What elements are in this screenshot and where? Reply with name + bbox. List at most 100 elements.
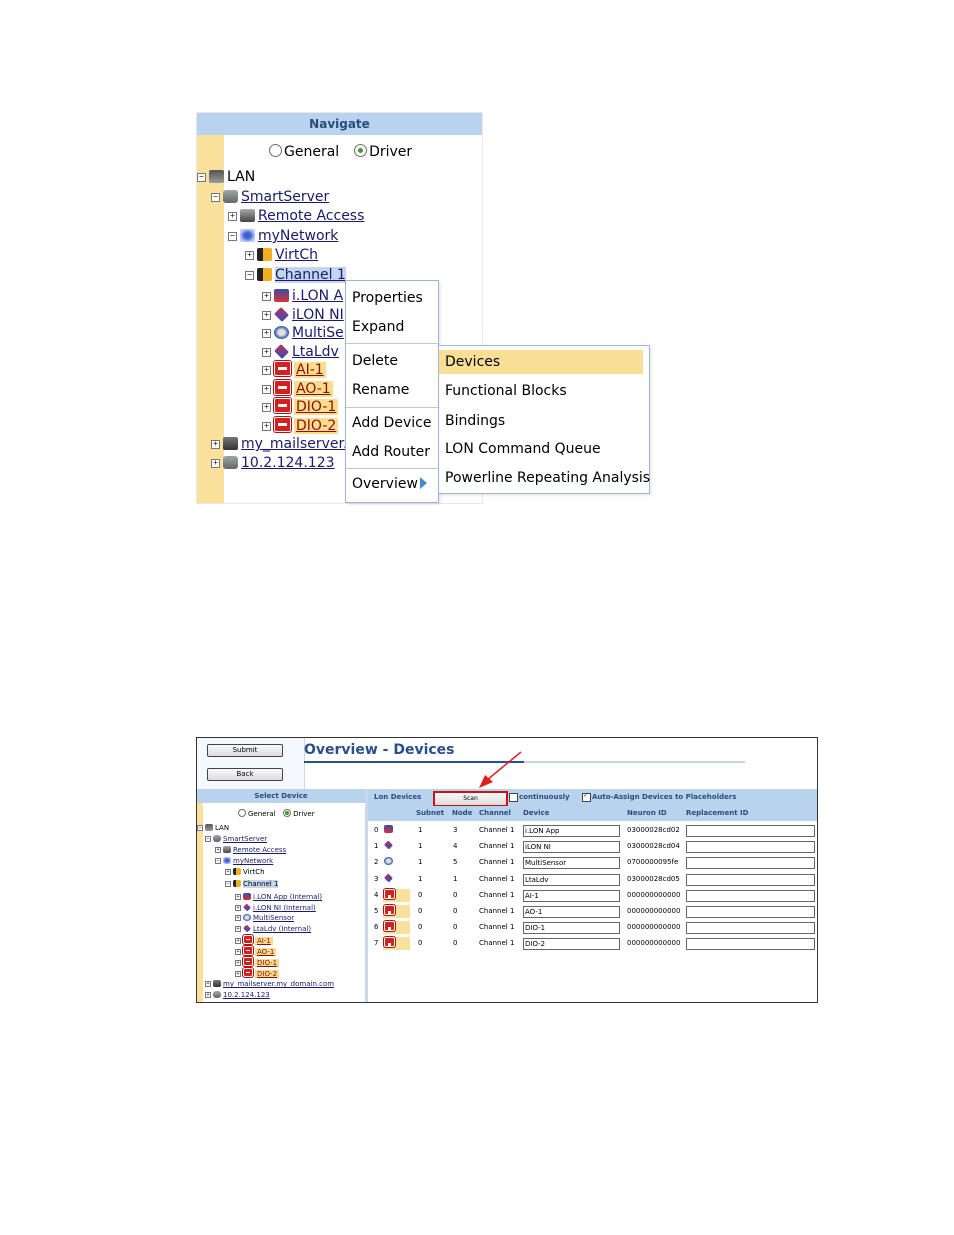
general-radio[interactable]	[238, 809, 246, 817]
menu-item-add-device[interactable]: Add Device	[346, 411, 431, 435]
device-name-input[interactable]: DIO-2	[523, 938, 620, 951]
tree-node-ilon-ni[interactable]: + i.LON NI (Internal)	[235, 903, 316, 913]
tree-node-virtch[interactable]: + VirtCh	[225, 867, 265, 877]
submenu-item-bindings[interactable]: Bindings	[439, 409, 505, 433]
tree-node-mynetwork[interactable]: − myNetwork	[215, 856, 273, 866]
device-name-input[interactable]: MultiSensor	[523, 857, 620, 870]
menu-item-delete[interactable]: Delete	[346, 349, 398, 373]
menu-item-overview[interactable]: Overview	[346, 472, 427, 496]
submenu-item-functional-blocks[interactable]: Functional Blocks	[439, 379, 567, 403]
expand-icon[interactable]: +	[262, 422, 271, 431]
collapse-icon[interactable]: −	[225, 881, 231, 887]
device-name-input[interactable]: i.LON App	[523, 825, 620, 837]
expand-icon[interactable]: +	[215, 847, 221, 853]
tree-node-ilon-app[interactable]: + i.LON App (Internal)	[235, 892, 322, 902]
scan-button[interactable]: Scan	[433, 791, 508, 807]
expand-icon[interactable]: +	[262, 403, 271, 412]
replacement-id-input[interactable]	[686, 841, 815, 854]
tree-node-dio1[interactable]: + DIO-1	[235, 957, 280, 967]
tree-node-ip[interactable]: +10.2.124.123	[205, 990, 270, 1000]
tree-node-ip[interactable]: +10.2.124.123	[211, 454, 335, 472]
tree-node-smartserver[interactable]: − SmartServer	[211, 188, 329, 206]
tree-node-ai1[interactable]: + AI-1	[235, 935, 273, 945]
tree-node-lan[interactable]: − LAN	[197, 823, 229, 833]
submenu-item-powerline-repeating-analysis[interactable]: Powerline Repeating Analysis	[439, 466, 650, 490]
expand-icon[interactable]: +	[225, 869, 231, 875]
expand-icon[interactable]: +	[262, 366, 271, 375]
device-name-input[interactable]: AO-1	[523, 906, 620, 918]
back-button[interactable]: Back	[207, 768, 283, 781]
expand-icon[interactable]: +	[235, 926, 241, 932]
collapse-icon[interactable]: −	[197, 825, 203, 831]
column-node[interactable]: Node	[452, 806, 473, 821]
collapse-icon[interactable]: −	[245, 271, 254, 280]
tree-node-channel1[interactable]: − Channel 1	[225, 879, 279, 889]
replacement-id-input[interactable]	[686, 906, 815, 918]
collapse-icon[interactable]: −	[211, 193, 220, 202]
tree-node-remote-access[interactable]: + Remote Access	[215, 845, 286, 855]
expand-icon[interactable]: +	[205, 992, 211, 998]
driver-radio[interactable]	[354, 144, 368, 157]
expand-icon[interactable]: +	[262, 385, 271, 394]
tree-node-multisensor[interactable]: + MultiSensor	[235, 913, 294, 923]
replacement-id-input[interactable]	[686, 938, 815, 951]
tree-node-mailserver[interactable]: + my_mailserver.my_domain.com	[205, 979, 334, 989]
tree-node-mynetwork[interactable]: − myNetwork	[228, 227, 338, 245]
menu-item-rename[interactable]: Rename	[346, 378, 409, 402]
tree-node-ao1[interactable]: + AO-1	[262, 380, 333, 398]
expand-icon[interactable]: +	[235, 915, 241, 921]
tree-node-smartserver[interactable]: − SmartServer	[205, 834, 267, 844]
column-replacement-id[interactable]: Replacement ID	[686, 806, 749, 821]
expand-icon[interactable]: +	[235, 971, 241, 977]
menu-item-properties[interactable]: Properties	[346, 286, 423, 310]
device-name-input[interactable]: AI-1	[523, 889, 620, 902]
expand-icon[interactable]: +	[228, 212, 237, 221]
device-name-input[interactable]: iLON NI	[523, 841, 620, 854]
replacement-id-input[interactable]	[686, 922, 815, 935]
column-neuron-id[interactable]: Neuron ID	[627, 806, 667, 821]
tree-node-virtch[interactable]: + VirtCh	[245, 246, 318, 264]
general-radio[interactable]	[269, 144, 282, 157]
menu-item-add-router[interactable]: Add Router	[346, 440, 430, 464]
column-device[interactable]: Device	[523, 806, 550, 821]
tree-node-dio2[interactable]: + DIO-2	[262, 417, 339, 435]
submenu-item-lon-command-queue[interactable]: LON Command Queue	[439, 437, 601, 461]
driver-radio[interactable]	[283, 809, 292, 817]
expand-icon[interactable]: +	[262, 292, 271, 301]
collapse-icon[interactable]: −	[215, 858, 221, 864]
expand-icon[interactable]: +	[235, 894, 241, 900]
tree-node-dio2[interactable]: + DIO-2	[235, 968, 280, 978]
expand-icon[interactable]: +	[235, 905, 241, 911]
tree-node-ilon-app[interactable]: + i.LON A	[262, 287, 343, 305]
tree-node-channel1[interactable]: − Channel 1	[245, 266, 346, 284]
expand-icon[interactable]: +	[211, 459, 220, 468]
expand-icon[interactable]: +	[262, 311, 271, 320]
tree-node-ilon-ni[interactable]: + iLON NI	[262, 306, 344, 324]
tree-node-remote-access[interactable]: + Remote Access	[228, 207, 364, 225]
tree-node-ao1[interactable]: + AO-1	[235, 946, 277, 956]
device-name-input[interactable]: LtaLdv	[523, 873, 620, 886]
submenu-item-devices[interactable]: Devices	[439, 350, 643, 374]
replacement-id-input[interactable]	[686, 857, 815, 870]
tree-node-dio1[interactable]: + DIO-1	[262, 398, 339, 416]
auto-assign-checkbox[interactable]	[582, 791, 591, 802]
device-name-input[interactable]: DIO-1	[523, 922, 620, 935]
tree-node-ltaldv[interactable]: + LtaLdv (Internal)	[235, 924, 311, 934]
collapse-icon[interactable]: −	[197, 173, 206, 182]
menu-item-expand[interactable]: Expand	[346, 315, 404, 339]
replacement-id-input[interactable]	[686, 825, 815, 837]
expand-icon[interactable]: +	[262, 348, 271, 357]
expand-icon[interactable]: +	[235, 949, 241, 955]
submit-button[interactable]: Submit	[207, 744, 283, 757]
tree-node-lan[interactable]: − LAN	[197, 168, 255, 186]
column-channel[interactable]: Channel	[479, 806, 511, 821]
tree-node-mailserver[interactable]: + my_mailserver.	[211, 435, 347, 453]
collapse-icon[interactable]: −	[228, 232, 237, 241]
expand-icon[interactable]: +	[235, 938, 241, 944]
replacement-id-input[interactable]	[686, 873, 815, 886]
column-subnet[interactable]: Subnet	[416, 806, 445, 821]
continuously-checkbox[interactable]	[509, 793, 518, 802]
replacement-id-input[interactable]	[686, 889, 815, 902]
tree-node-ltaldv[interactable]: + LtaLdv	[262, 343, 339, 361]
expand-icon[interactable]: +	[262, 329, 271, 338]
